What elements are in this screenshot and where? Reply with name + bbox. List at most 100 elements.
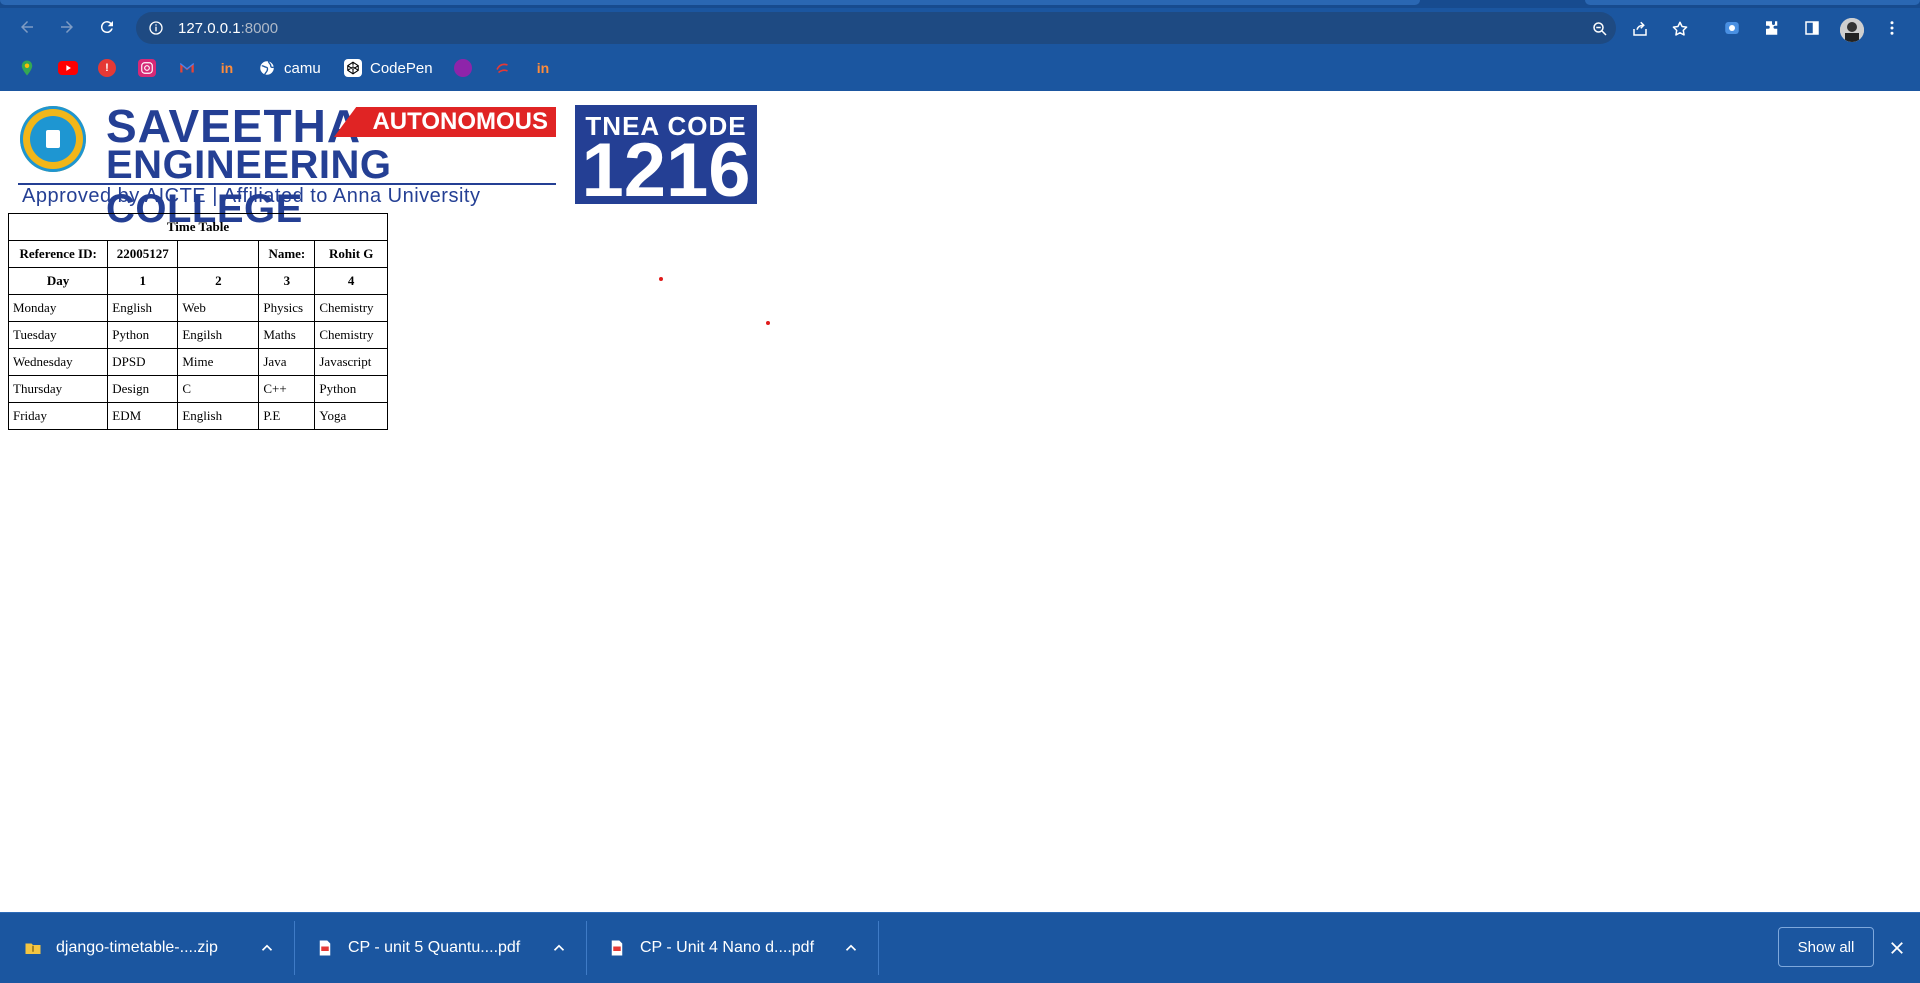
bookmark-alert[interactable]: ! bbox=[98, 55, 116, 81]
zip-folder-icon bbox=[24, 938, 42, 958]
pdf-file-icon bbox=[316, 938, 334, 958]
table-cell: Physics bbox=[258, 294, 316, 322]
table-cell: DPSD bbox=[107, 348, 179, 376]
table-cell: Yoga bbox=[314, 402, 388, 430]
menu-button[interactable] bbox=[1878, 14, 1906, 42]
close-icon bbox=[1891, 942, 1903, 954]
bookmark-label: CodePen bbox=[370, 59, 433, 77]
table-cell: EDM bbox=[107, 402, 179, 430]
table-row: Monday English Web Physics Chemistry bbox=[7, 294, 388, 322]
youtube-icon bbox=[58, 61, 78, 75]
table-cell: Wednesday bbox=[7, 348, 109, 376]
table-cell: Maths bbox=[258, 321, 316, 349]
bookmark-invision[interactable]: in bbox=[218, 55, 236, 81]
forward-button[interactable] bbox=[53, 13, 81, 41]
tab-strip bbox=[0, 0, 1920, 8]
table-cell: C++ bbox=[258, 375, 316, 403]
autonomous-badge: AUTONOMOUS bbox=[334, 107, 556, 137]
table-cell: English bbox=[177, 402, 260, 430]
bookmark-youtube[interactable] bbox=[58, 55, 78, 81]
extensions-button[interactable] bbox=[1758, 14, 1786, 42]
table-cell: Web bbox=[177, 294, 260, 322]
timetable: Time Table Reference ID: 22005127 Name: … bbox=[7, 213, 388, 430]
show-all-button[interactable]: Show all bbox=[1778, 927, 1874, 967]
bookmark-gmail[interactable] bbox=[178, 55, 196, 81]
table-cell: Tuesday bbox=[7, 321, 109, 349]
bookmark-star-icon[interactable] bbox=[1671, 20, 1689, 38]
download-item[interactable]: CP - Unit 4 Nano d....pdf bbox=[608, 913, 858, 983]
profile-avatar[interactable] bbox=[1840, 18, 1864, 42]
table-cell: Engilsh bbox=[177, 321, 260, 349]
bookmark-codepen[interactable]: CodePen bbox=[344, 55, 433, 81]
share-icon[interactable] bbox=[1631, 20, 1649, 38]
empty-cell bbox=[177, 240, 260, 268]
pdf-file-icon bbox=[608, 938, 626, 958]
url-host: 127.0.0.1 bbox=[178, 20, 241, 37]
table-cell: Java bbox=[258, 348, 316, 376]
table-cell: Python bbox=[314, 375, 388, 403]
table-cell: Friday bbox=[7, 402, 109, 430]
back-button[interactable] bbox=[13, 13, 41, 41]
extension-icon[interactable] bbox=[1718, 14, 1746, 42]
table-cell: Chemistry bbox=[314, 294, 388, 322]
maps-icon bbox=[18, 59, 36, 77]
red-dot bbox=[659, 277, 663, 281]
bookmark-invision-2[interactable]: in bbox=[534, 55, 552, 81]
browser-chrome: 127.0.0.1:8000 ! in camu CodePen in bbox=[0, 0, 1920, 91]
download-item[interactable]: CP - unit 5 Quantu....pdf bbox=[316, 913, 566, 983]
table-cell: English bbox=[107, 294, 179, 322]
bookmark-label: camu bbox=[284, 59, 321, 77]
kebab-menu-icon bbox=[1890, 21, 1894, 35]
reload-icon bbox=[100, 21, 113, 34]
tnea-code: 1216 bbox=[581, 128, 751, 213]
active-tab[interactable] bbox=[0, 0, 1420, 5]
ref-label: Reference ID: bbox=[7, 240, 109, 268]
column-header: 3 bbox=[258, 267, 316, 295]
zoom-icon[interactable] bbox=[1591, 20, 1609, 38]
table-row: Friday EDM English P.E Yoga bbox=[7, 402, 388, 430]
college-tagline: Approved by AICTE | Affiliated to Anna U… bbox=[22, 185, 481, 207]
table-cell: Chemistry bbox=[314, 321, 388, 349]
table-title: Time Table bbox=[8, 213, 388, 241]
bookmarks-bar: ! in camu CodePen in bbox=[0, 50, 1920, 86]
invision-icon: in bbox=[220, 60, 234, 76]
column-header: 1 bbox=[107, 267, 179, 295]
table-row: Wednesday DPSD Mime Java Javascript bbox=[7, 348, 388, 376]
divider bbox=[586, 921, 587, 975]
chevron-up-icon[interactable] bbox=[258, 939, 276, 957]
profile-photo-icon bbox=[1840, 18, 1864, 42]
close-shelf-button[interactable] bbox=[1886, 937, 1908, 959]
bookmark-camu[interactable]: camu bbox=[258, 55, 321, 81]
download-item[interactable]: django-timetable-....zip bbox=[24, 913, 274, 983]
globe-icon bbox=[258, 59, 276, 77]
divider bbox=[878, 921, 879, 975]
table-cell: P.E bbox=[258, 402, 316, 430]
download-filename: django-timetable-....zip bbox=[56, 939, 218, 956]
url-text[interactable]: 127.0.0.1:8000 bbox=[178, 20, 278, 37]
toolbar: 127.0.0.1:8000 bbox=[0, 8, 1920, 46]
divider bbox=[294, 921, 295, 975]
bookmark-maps[interactable] bbox=[18, 55, 36, 81]
chevron-up-icon[interactable] bbox=[550, 939, 568, 957]
url-port: :8000 bbox=[240, 20, 279, 37]
side-panel-button[interactable] bbox=[1798, 14, 1826, 42]
gmail-icon bbox=[178, 59, 196, 77]
name-value: Rohit G bbox=[314, 240, 388, 268]
tab[interactable] bbox=[1585, 0, 1920, 5]
download-filename: CP - Unit 4 Nano d....pdf bbox=[640, 939, 815, 956]
table-title-row: Time Table bbox=[8, 213, 388, 241]
swirl-icon bbox=[494, 59, 512, 77]
bookmark-instagram[interactable] bbox=[138, 55, 156, 81]
bookmark-circle[interactable] bbox=[454, 55, 472, 81]
chevron-up-icon[interactable] bbox=[842, 939, 860, 957]
reload-button[interactable] bbox=[93, 13, 121, 41]
puzzle-icon bbox=[1766, 21, 1778, 35]
table-cell: C bbox=[177, 375, 260, 403]
codepen-icon bbox=[344, 59, 362, 77]
info-icon[interactable] bbox=[148, 20, 164, 36]
tnea-code-box: TNEA CODE 1216 bbox=[575, 105, 757, 209]
address-bar[interactable]: 127.0.0.1:8000 bbox=[136, 12, 1688, 44]
ref-value: 22005127 bbox=[107, 240, 179, 268]
alert-icon: ! bbox=[98, 59, 116, 77]
bookmark-swirl[interactable] bbox=[494, 55, 512, 81]
